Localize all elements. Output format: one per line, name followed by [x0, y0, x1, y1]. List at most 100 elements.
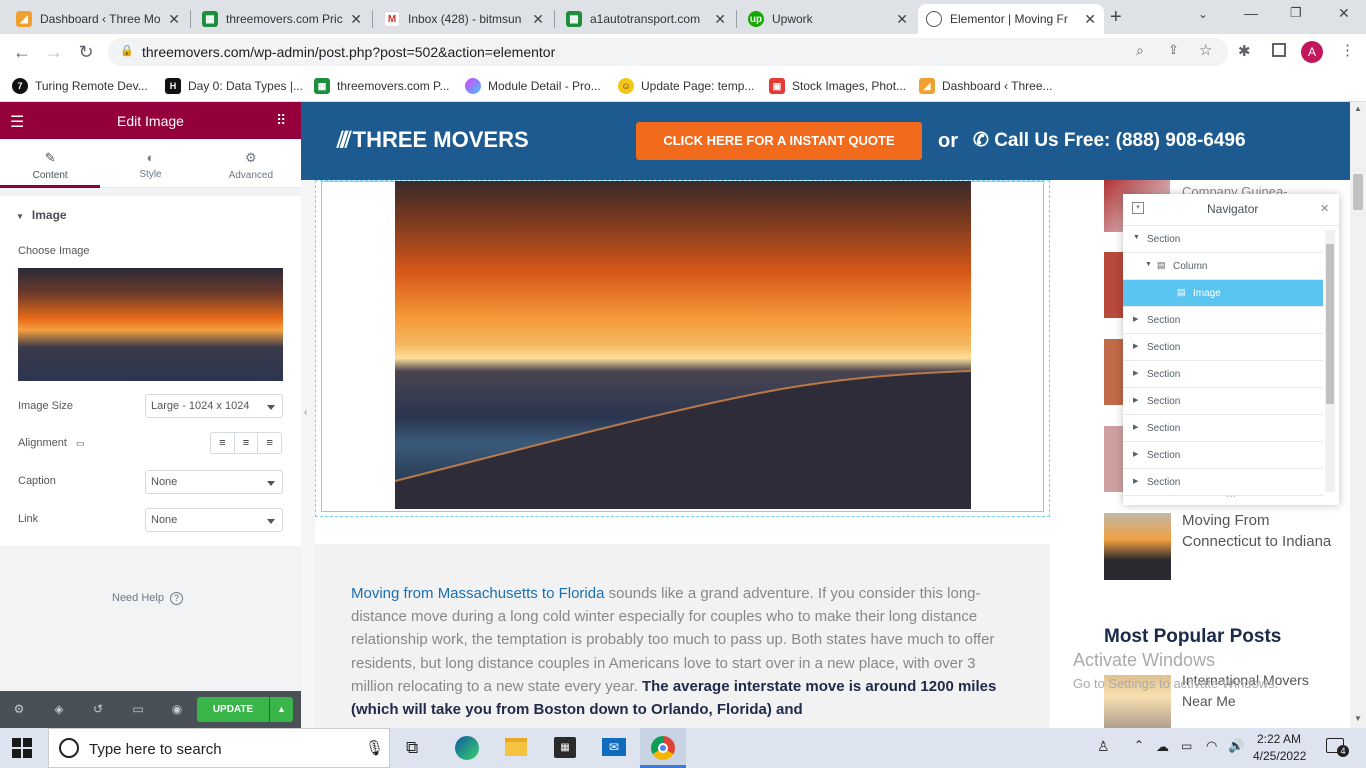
chevron-up-icon[interactable]: ⌃	[1134, 738, 1144, 752]
back-button[interactable]: ←	[11, 42, 33, 64]
task-view-icon[interactable]: ⧉	[406, 738, 418, 758]
chrome-taskbar-button[interactable]	[640, 728, 686, 768]
side-panel-icon[interactable]	[1272, 43, 1286, 57]
settings-icon[interactable]: ⚙	[11, 702, 27, 718]
align-right-icon[interactable]: ≡	[258, 433, 281, 453]
browser-tab[interactable]: ▦ threemovers.com Pric ✕	[194, 4, 370, 34]
close-icon[interactable]: ✕	[1320, 202, 1329, 215]
post-title[interactable]: Moving From Connecticut to Indiana	[1182, 510, 1342, 552]
browser-tab[interactable]: ▦ a1autotransport.com ✕	[558, 4, 734, 34]
collapse-chevron-icon[interactable]: ‹	[304, 407, 307, 418]
align-left-icon[interactable]: ≡	[211, 433, 235, 453]
clock-time[interactable]: 2:22 AM	[1257, 732, 1301, 746]
taskbar-search-box[interactable]: Type here to search 🎙	[48, 728, 390, 768]
phone-link[interactable]: ✆ Call Us Free: (888) 908-6496	[973, 129, 1246, 152]
navigator-item[interactable]: ▼ Section	[1123, 226, 1323, 253]
sunset-beach-image[interactable]	[395, 181, 971, 509]
close-icon[interactable]: ✕	[896, 11, 908, 28]
close-icon[interactable]: ✕	[350, 11, 362, 28]
desktop-icon[interactable]: ▭	[76, 438, 85, 448]
article-link[interactable]: Moving from Massachusetts to Florida	[351, 585, 604, 602]
navigator-scrollbar[interactable]	[1325, 230, 1335, 492]
post-thumbnail[interactable]	[1104, 339, 1124, 405]
post-thumbnail[interactable]	[1104, 513, 1171, 580]
close-icon[interactable]: ✕	[1084, 11, 1096, 28]
caret-right-icon[interactable]: ▶	[1133, 423, 1138, 431]
page-scrollbar[interactable]: ▲ ▼	[1350, 102, 1366, 728]
browser-tab-active[interactable]: Elementor | Moving Fr ✕	[918, 4, 1104, 34]
navigator-item[interactable]: ▶ Section	[1123, 388, 1323, 415]
caret-down-icon[interactable]: ▼	[1133, 234, 1140, 241]
update-button[interactable]: UPDATE	[197, 697, 269, 722]
forward-button[interactable]: →	[43, 42, 65, 64]
navigator-icon[interactable]: ◈	[51, 702, 67, 718]
scrollbar-thumb[interactable]	[1353, 174, 1363, 210]
align-center-icon[interactable]: ≡	[235, 433, 259, 453]
profile-avatar[interactable]: A	[1301, 41, 1323, 63]
image-size-select[interactable]: Large - 1024 x 1024	[145, 394, 283, 418]
file-explorer-icon[interactable]	[505, 738, 527, 756]
close-icon[interactable]: ✕	[532, 11, 544, 28]
bookmark[interactable]: Module Detail - Pro...	[465, 76, 601, 96]
browser-tab[interactable]: ◢ Dashboard ‹ Three Mo ✕	[8, 4, 188, 34]
window-close-button[interactable]: ✕	[1338, 5, 1350, 22]
reload-button[interactable]: ↻	[75, 42, 97, 64]
tab-content[interactable]: ✎ Content	[0, 139, 101, 188]
tab-style[interactable]: ◐ Style	[100, 139, 200, 187]
selected-section[interactable]	[315, 180, 1050, 517]
windows-start-icon[interactable]	[12, 738, 32, 758]
bookmark[interactable]: ☺ Update Page: temp...	[618, 76, 754, 96]
address-bar[interactable]: 🔒 threemovers.com/wp-admin/post.php?post…	[108, 38, 1228, 66]
caret-right-icon[interactable]: ▶	[1133, 342, 1138, 350]
section-toggle[interactable]: ▼ Image	[16, 208, 67, 222]
navigator-item[interactable]: ▶ Section	[1123, 334, 1323, 361]
navigator-item[interactable]: ▼ ▤ Column	[1123, 253, 1323, 280]
caret-down-icon[interactable]: ▼	[1145, 261, 1152, 268]
menu-icon[interactable]: ⋮	[1340, 41, 1355, 59]
caret-right-icon[interactable]: ▶	[1133, 396, 1138, 404]
close-icon[interactable]: ✕	[714, 11, 726, 28]
battery-icon[interactable]: ▭	[1181, 739, 1192, 753]
post-thumbnail[interactable]	[1104, 426, 1124, 492]
publish-options-button[interactable]: ▲	[270, 697, 293, 722]
bookmark[interactable]: ◢ Dashboard ‹ Three...	[919, 76, 1053, 96]
bookmark[interactable]: 7 Turing Remote Dev...	[12, 76, 148, 96]
lock-icon[interactable]: 🔒	[120, 44, 134, 57]
caret-right-icon[interactable]: ▶	[1133, 450, 1138, 458]
navigator-item[interactable]: ▤ Image	[1123, 280, 1323, 307]
mail-icon[interactable]: ✉	[602, 738, 626, 756]
browser-tab[interactable]: M Inbox (428) - bitmsun ✕	[376, 4, 552, 34]
extensions-icon[interactable]: ✱	[1238, 42, 1251, 60]
post-thumbnail[interactable]	[1104, 252, 1124, 318]
minimize-button[interactable]: —	[1244, 5, 1258, 21]
bookmark[interactable]: ▣ Stock Images, Phot...	[769, 76, 906, 96]
history-icon[interactable]: ↺	[90, 702, 106, 718]
navigator-item[interactable]: ▶ Section	[1123, 415, 1323, 442]
volume-icon[interactable]: 🔊	[1228, 738, 1244, 754]
navigator-item[interactable]: ▶ Section	[1123, 442, 1323, 469]
bookmark[interactable]: ▦ threemovers.com P...	[314, 76, 450, 96]
edge-icon[interactable]	[455, 736, 479, 760]
resize-handle[interactable]: ···	[1226, 491, 1236, 502]
tab-search-icon[interactable]: ⌄	[1198, 7, 1208, 21]
responsive-icon[interactable]: ▭	[130, 702, 146, 718]
collapse-all-icon[interactable]: ▾	[1132, 202, 1144, 214]
zoom-icon[interactable]: ⌕	[1136, 42, 1144, 59]
navigator-item[interactable]: ▶ Section	[1123, 361, 1323, 388]
image-preview[interactable]	[18, 268, 283, 381]
people-icon[interactable]: ♙	[1097, 738, 1110, 755]
widgets-grid-icon[interactable]: ⠿	[276, 112, 286, 129]
navigator-item[interactable]: ▶ Section	[1123, 469, 1323, 496]
store-icon[interactable]: ▦	[554, 737, 576, 758]
microphone-icon[interactable]: 🎙	[365, 739, 384, 757]
site-logo[interactable]: ⫽⫽ THREE MOVERS	[337, 127, 529, 153]
clock-date[interactable]: 4/25/2022	[1253, 749, 1306, 763]
wifi-icon[interactable]: ◠	[1206, 738, 1217, 754]
hamburger-icon[interactable]: ☰	[10, 112, 24, 132]
navigator-item[interactable]: ▶ Section	[1123, 307, 1323, 334]
caption-select[interactable]: None	[145, 470, 283, 494]
star-icon[interactable]: ☆	[1199, 41, 1212, 59]
close-icon[interactable]: ✕	[168, 11, 180, 28]
eye-icon[interactable]: ◉	[169, 702, 185, 718]
instant-quote-button[interactable]: CLICK HERE FOR A INSTANT QUOTE	[636, 122, 922, 160]
